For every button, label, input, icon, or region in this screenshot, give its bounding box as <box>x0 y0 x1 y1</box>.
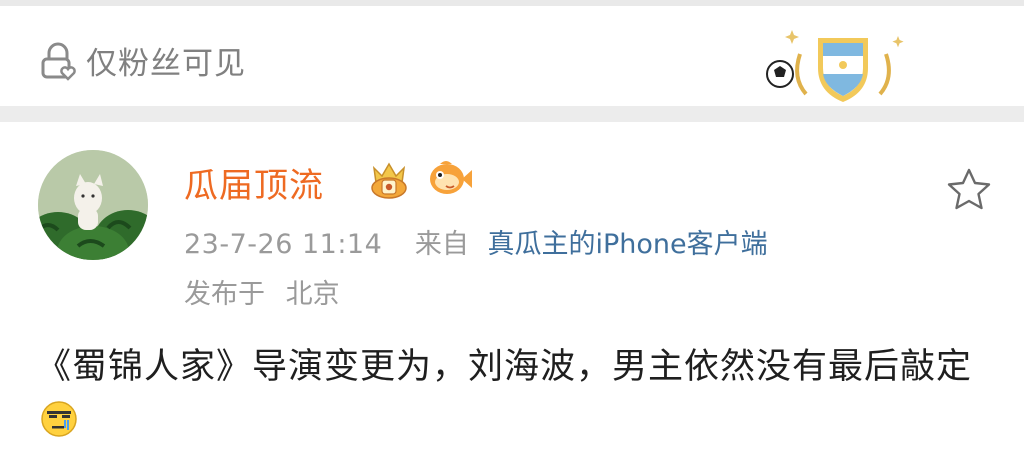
meta-line: 23-7-26 11:14 来自 真瓜主的iPhone客户端 <box>184 222 768 261</box>
post-source-link[interactable]: 真瓜主的iPhone客户端 <box>487 229 767 260</box>
location-line: 发布于 北京 <box>184 272 340 311</box>
fish-badge-icon[interactable] <box>426 158 474 200</box>
visibility-row: 仅粉丝可见 <box>38 38 246 83</box>
avatar[interactable] <box>38 150 148 260</box>
visibility-label: 仅粉丝可见 <box>86 46 246 82</box>
post-time: 23-7-26 11:14 <box>184 229 383 260</box>
speechless-emoji-icon <box>41 401 77 437</box>
source-prefix: 来自 <box>414 229 469 260</box>
section-gap <box>0 106 1024 122</box>
crown-badge-icon[interactable] <box>366 158 412 202</box>
user-name[interactable]: 瓜届顶流 <box>184 158 324 207</box>
post-card: 瓜届顶流 23-7-26 11:14 来自 真瓜主的iPhone客户端 发布于 … <box>0 122 1024 476</box>
argentina-football-shield-icon <box>766 30 904 102</box>
post-body: 《蜀锦人家》导演变更为，刘海波，男主依然没有最后敲定 <box>36 340 996 448</box>
visibility-card: 仅粉丝可见 <box>0 6 1024 106</box>
location-value: 北京 <box>285 279 340 310</box>
star-outline-icon[interactable] <box>945 166 993 214</box>
post-text: 《蜀锦人家》导演变更为，刘海波，男主依然没有最后敲定 <box>36 347 973 387</box>
location-prefix: 发布于 <box>184 279 265 310</box>
watermelon-cat-avatar <box>38 150 148 260</box>
lock-heart-icon <box>41 42 76 81</box>
